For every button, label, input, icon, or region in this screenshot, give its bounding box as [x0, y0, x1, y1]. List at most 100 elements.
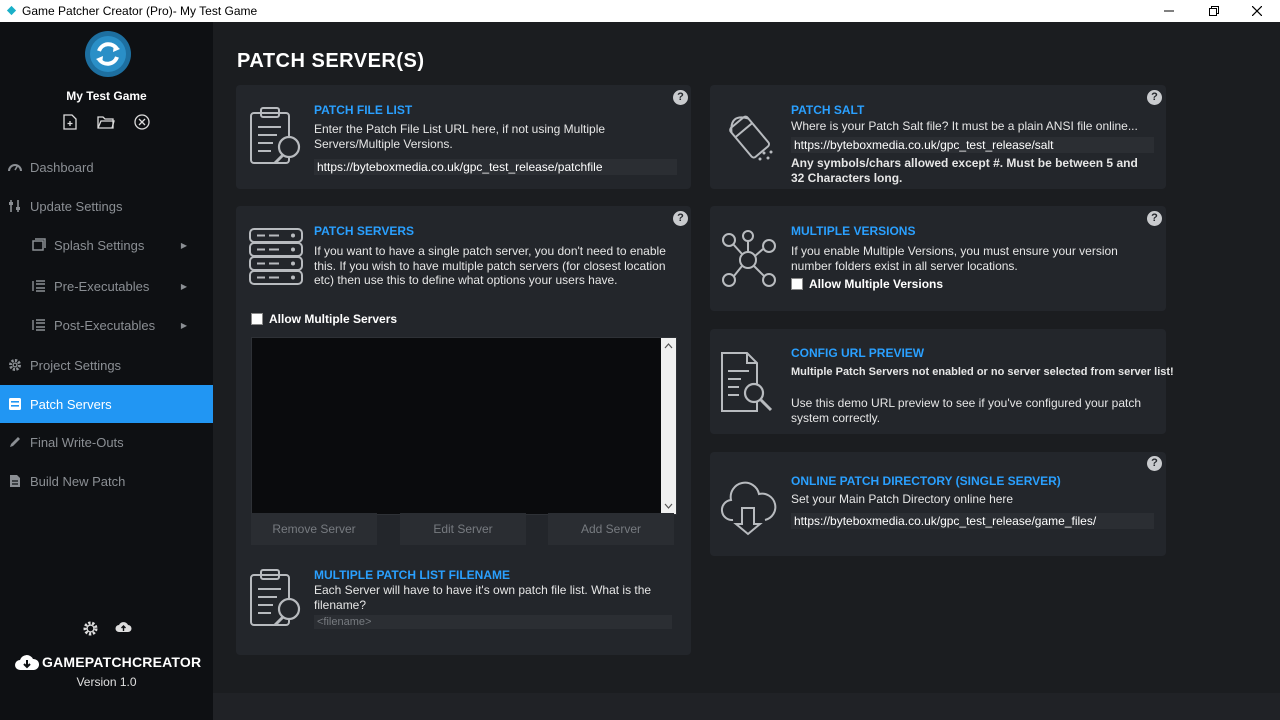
list-icon — [32, 318, 46, 332]
card-title: PATCH SERVERS — [314, 224, 415, 238]
help-icon[interactable]: ? — [1147, 90, 1162, 105]
close-icon — [1252, 6, 1262, 16]
card-title: PATCH FILE LIST — [314, 103, 413, 117]
cloud-download-icon — [721, 481, 777, 536]
allow-multiple-versions-checkbox[interactable]: Allow Multiple Versions — [791, 277, 943, 291]
edit-server-button[interactable]: Edit Server — [400, 513, 526, 545]
card-description: If you want to have a single patch serve… — [314, 244, 666, 287]
help-icon[interactable]: ? — [1147, 456, 1162, 471]
document-search-icon — [721, 352, 773, 412]
project-actions — [61, 113, 151, 131]
settings-gear-icon[interactable] — [82, 620, 99, 642]
status-bar — [213, 693, 1280, 720]
card-title: CONFIG URL PREVIEW — [791, 346, 925, 360]
help-icon[interactable]: ? — [673, 90, 688, 105]
nav-label: Update Settings — [30, 198, 123, 214]
online-patch-directory-field[interactable]: https://byteboxmedia.co.uk/gpc_test_rele… — [791, 513, 1154, 529]
salt-warning: Any symbols/chars allowed except #. Must… — [791, 156, 1138, 185]
checkbox-label: Allow Multiple Servers — [269, 312, 398, 326]
nav-splash-settings[interactable]: Splash Settings ▶ — [0, 226, 213, 264]
window-icon — [32, 238, 46, 252]
nav-build-new-patch[interactable]: Build New Patch — [0, 462, 213, 500]
chevron-right-icon: ▶ — [180, 320, 187, 330]
restore-icon — [1209, 6, 1219, 16]
speedometer-icon — [8, 160, 22, 174]
add-server-button[interactable]: Add Server — [548, 513, 674, 545]
multi-filename-title: MULTIPLE PATCH LIST FILENAME — [314, 568, 510, 582]
server-list-scrollbar[interactable] — [661, 338, 676, 514]
checkbox-box[interactable] — [251, 313, 263, 325]
nav-dashboard[interactable]: Dashboard — [0, 148, 213, 186]
scroll-arrows-icon — [664, 343, 673, 509]
multiple-versions-card: MULTIPLE VERSIONS If you enable Multiple… — [710, 206, 1166, 311]
card-description: Set your Main Patch Directory online her… — [791, 492, 1014, 506]
clipboard-search-icon — [250, 107, 301, 165]
card-description: Enter the Patch File List URL here, if n… — [314, 122, 606, 151]
nav-pre-executables[interactable]: Pre-Executables ▶ — [0, 267, 213, 305]
nav-label: Build New Patch — [30, 473, 126, 489]
server-rack-icon — [249, 228, 303, 285]
sidebar: My Test Game Dashboard Update Settings S… — [0, 22, 213, 720]
checkbox-box[interactable] — [791, 278, 803, 290]
card-description: If you enable Multiple Versions, you mus… — [791, 244, 1118, 273]
config-url-preview-card: CONFIG URL PREVIEW Multiple Patch Server… — [710, 329, 1174, 434]
remove-server-button[interactable]: Remove Server — [251, 513, 377, 545]
patch-file-list-url-field[interactable]: https://byteboxmedia.co.uk/gpc_test_rele… — [314, 159, 677, 175]
nav-post-executables[interactable]: Post-Executables ▶ — [0, 306, 213, 344]
network-nodes-icon — [722, 230, 776, 287]
close-button[interactable] — [1234, 0, 1280, 22]
cloud-upload-icon[interactable] — [115, 620, 132, 642]
nav-project-settings[interactable]: Project Settings — [0, 346, 213, 384]
multi-filename-description: Each Server will have to have it's own p… — [314, 583, 652, 612]
card-description: Use this demo URL preview to see if you'… — [791, 396, 1142, 425]
nav-update-settings[interactable]: Update Settings — [0, 187, 213, 225]
project-name: My Test Game — [66, 89, 147, 103]
chevron-right-icon: ▶ — [180, 281, 187, 291]
version-label: Version 1.0 — [76, 675, 137, 689]
card-title: ONLINE PATCH DIRECTORY (SINGLE SERVER) — [791, 474, 1061, 488]
multi-filename-input[interactable]: <filename> — [314, 615, 672, 629]
nav-label: Final Write-Outs — [30, 434, 124, 450]
card-description: Where is your Patch Salt file? It must b… — [791, 119, 1138, 133]
card-title: PATCH SALT — [791, 103, 865, 117]
config-status: Multiple Patch Servers not enabled or no… — [791, 366, 1174, 378]
server-icon — [8, 397, 22, 411]
sliders-icon — [8, 199, 22, 213]
gear-icon — [8, 358, 22, 372]
window-title: Game Patcher Creator (Pro)- My Test Game — [22, 4, 258, 18]
open-folder-icon[interactable] — [97, 113, 115, 131]
brand-name: GAMEPATCHCREATOR — [42, 654, 202, 670]
title-bar: Game Patcher Creator (Pro)- My Test Game — [0, 0, 1280, 22]
server-list[interactable] — [251, 337, 677, 515]
nav-label: Pre-Executables — [54, 278, 150, 294]
clipboard-search-icon — [250, 569, 301, 627]
minimize-icon — [1164, 10, 1174, 12]
close-project-icon[interactable] — [133, 113, 151, 131]
patch-salt-url-field[interactable]: https://byteboxmedia.co.uk/gpc_test_rele… — [791, 137, 1154, 153]
nav-final-write-outs[interactable]: Final Write-Outs — [0, 423, 213, 461]
salt-shaker-icon — [729, 115, 773, 161]
minimize-button[interactable] — [1146, 0, 1192, 22]
nav-label: Dashboard — [30, 159, 94, 175]
nav-label: Post-Executables — [54, 317, 156, 333]
restore-button[interactable] — [1191, 0, 1237, 22]
new-project-icon[interactable] — [61, 113, 79, 131]
brand: GAMEPATCHCREATOR — [14, 652, 201, 672]
checkbox-label: Allow Multiple Versions — [809, 277, 944, 291]
help-icon[interactable]: ? — [673, 211, 688, 226]
cloud-download-icon — [15, 655, 40, 670]
nav-label: Project Settings — [30, 357, 122, 373]
list-icon — [32, 279, 46, 293]
app-icon — [6, 5, 17, 16]
nav-label: Splash Settings — [54, 237, 145, 253]
help-icon[interactable]: ? — [1147, 211, 1162, 226]
nav-patch-servers[interactable]: Patch Servers — [0, 385, 213, 423]
pencil-icon — [8, 435, 22, 449]
card-title: MULTIPLE VERSIONS — [791, 224, 916, 238]
nav-label: Patch Servers — [30, 396, 112, 412]
allow-multiple-servers-checkbox[interactable]: Allow Multiple Servers — [251, 312, 397, 326]
project-logo-icon — [85, 31, 131, 77]
patch-file-list-card: PATCH FILE LIST Enter the Patch File Lis… — [236, 85, 691, 189]
patch-salt-card: PATCH SALT Where is your Patch Salt file… — [710, 85, 1166, 189]
footer-actions — [82, 620, 132, 642]
